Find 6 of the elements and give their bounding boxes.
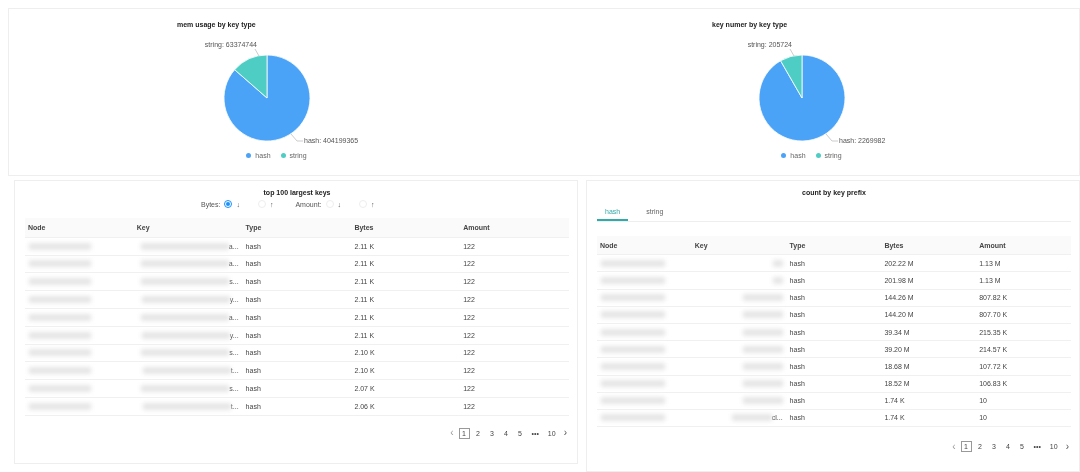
next-page-button[interactable]: › — [561, 428, 569, 439]
leader-line — [254, 48, 259, 57]
next-page-button[interactable]: › — [1063, 441, 1071, 452]
leader-line — [290, 133, 303, 142]
leader-line — [789, 48, 794, 57]
leader-line — [825, 133, 838, 142]
